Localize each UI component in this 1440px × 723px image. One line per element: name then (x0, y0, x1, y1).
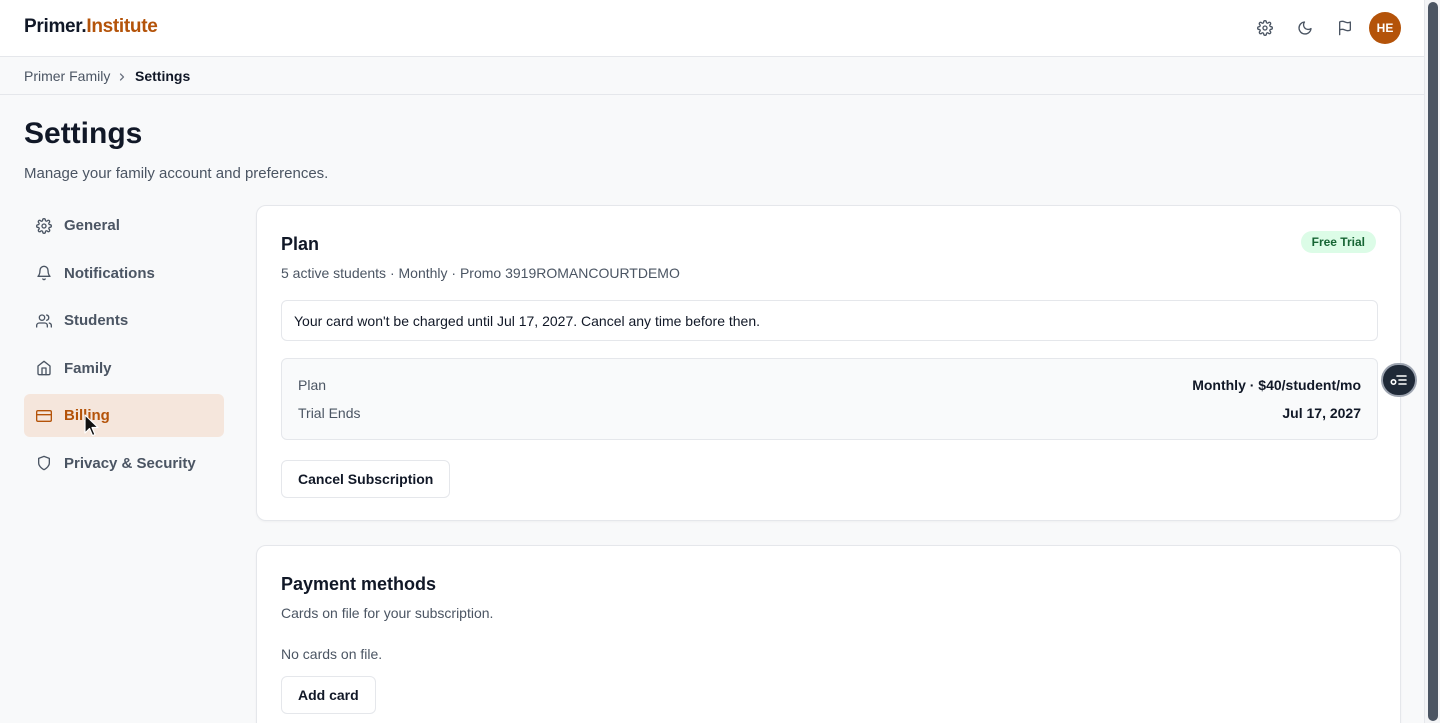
logo-accent-text: Institute (86, 16, 158, 37)
sidebar-item-label: Students (64, 312, 129, 329)
plan-card-subtitle: 5 active students · Monthly · Promo 3919… (281, 265, 680, 281)
plan-value: Monthly · $40/student/mo (1192, 377, 1361, 393)
flag-icon[interactable] (1333, 16, 1357, 40)
plan-card: Plan Free Trial 5 active students · Mont… (256, 205, 1401, 521)
chevron-right-icon (116, 70, 128, 88)
empty-state-text: No cards on file. (281, 646, 383, 662)
payment-card-title: Payment methods (281, 574, 437, 594)
trial-ends-label: Trial Ends (298, 405, 361, 421)
breadcrumb: Primer Family Settings (0, 57, 1424, 95)
scrollbar-thumb[interactable] (1428, 2, 1438, 721)
sidebar-item-label: Privacy & Security (64, 454, 196, 472)
plan-card-title: Plan (281, 234, 320, 254)
sidebar-item-notifications[interactable]: Notifications (24, 252, 224, 295)
bell-icon (36, 265, 52, 281)
add-card-button[interactable]: Add card (281, 676, 376, 714)
gear-icon[interactable] (1253, 16, 1277, 40)
home-icon (36, 360, 52, 376)
sidebar-item-family[interactable]: Family (24, 347, 224, 390)
payment-methods-card: Payment methods Cards on file for your s… (256, 545, 1401, 723)
sidebar-item-students[interactable]: Students (24, 299, 224, 342)
sidebar-item-privacy-security[interactable]: Privacy & Security (24, 442, 224, 485)
shield-icon (36, 455, 52, 471)
credit-card-icon (36, 408, 52, 424)
sidebar-item-label: Notifications (64, 264, 155, 282)
plan-details: Plan Monthly · $40/student/mo Trial Ends… (281, 358, 1378, 440)
moon-icon[interactable] (1293, 16, 1317, 40)
sidebar-item-label: Family (64, 359, 112, 377)
logo[interactable]: Primer.Institute (24, 16, 158, 38)
cancel-subscription-button[interactable]: Cancel Subscription (281, 460, 451, 498)
page-subtitle: Manage your family account and preferenc… (24, 165, 329, 182)
page-title: Settings (24, 117, 143, 150)
users-icon (36, 313, 52, 329)
breadcrumb-parent-link[interactable]: Primer Family (24, 68, 110, 84)
trial-ends-value: Jul 17, 2027 (1282, 405, 1361, 421)
breadcrumb-current: Settings (135, 68, 191, 84)
settings-nav: General Notifications Students Family Bi… (24, 204, 224, 489)
sidebar-item-billing[interactable]: Billing (24, 394, 224, 437)
payment-card-subtitle: Cards on file for your subscription. (281, 605, 494, 621)
plan-label: Plan (298, 377, 327, 393)
scrollbar[interactable] (1424, 0, 1440, 723)
checklist-icon (1390, 373, 1408, 387)
sidebar-item-label: General (64, 217, 120, 234)
trial-notice: Your card won't be charged until Jul 17,… (281, 300, 1378, 341)
gear-icon (36, 217, 52, 234)
status-badge: Free Trial (1300, 231, 1376, 253)
avatar[interactable]: HE (1369, 12, 1401, 44)
logo-primary-text: Primer. (24, 16, 87, 37)
sidebar-item-general[interactable]: General (24, 204, 224, 247)
sidebar-item-label: Billing (64, 407, 110, 424)
checklist-toggle-button[interactable] (1381, 363, 1417, 397)
top-bar: Primer.Institute HE (0, 0, 1424, 57)
